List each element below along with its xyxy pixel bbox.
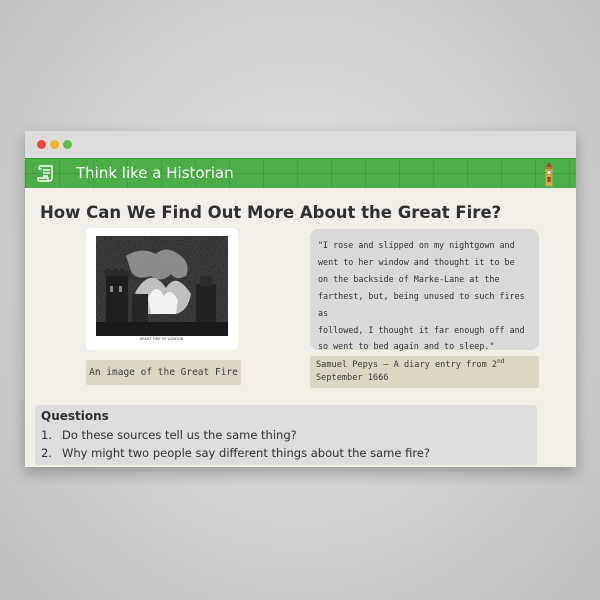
question-number: 2. — [41, 446, 52, 460]
question-number: 1. — [41, 428, 52, 442]
attribution-date: September 1666 — [316, 373, 389, 383]
banner-title: Think like a Historian — [76, 164, 234, 182]
quote-line: went to her window and thought it to be — [318, 256, 515, 267]
quote-line: on the backside of Marke-Lane at the — [318, 273, 500, 284]
question-text: Do these sources tell us the same thing? — [62, 428, 297, 442]
questions-panel: Questions 1. Do these sources tell us th… — [35, 405, 537, 465]
quote-attribution: Samuel Pepys – A diary entry from 2nd Se… — [310, 356, 539, 388]
attribution-text: Samuel Pepys – A diary entry from 2 — [316, 360, 498, 370]
clock-tower-icon — [545, 162, 553, 186]
topic-banner: Think like a Historian — [25, 158, 576, 188]
diary-quote: "I rose and slipped on my nightgown and … — [310, 229, 539, 351]
page-title: How Can We Find Out More About the Great… — [40, 203, 502, 222]
quote-line: farthest, but, being unused to such fire… — [318, 290, 525, 318]
questions-title: Questions — [41, 409, 109, 423]
slide-window: Think like a Historian How Can We Find O… — [25, 131, 576, 467]
engraving-caption: GREAT FIRE OF LONDON. — [140, 337, 185, 341]
minimize-window-button[interactable] — [50, 140, 59, 149]
questions-list: 1. Do these sources tell us the same thi… — [41, 426, 531, 462]
quote-line: so went to bed again and to sleep." — [318, 341, 495, 352]
question-text: Why might two people say different thing… — [62, 446, 430, 460]
scroll-icon — [37, 165, 53, 182]
quote-line: followed, I thought it far enough off an… — [318, 324, 525, 335]
quote-line: "I rose and slipped on my nightgown and — [318, 240, 515, 250]
window-titlebar — [25, 131, 576, 158]
image-caption: An image of the Great Fire — [86, 360, 241, 385]
attribution-ordinal: nd — [497, 358, 505, 366]
maximize-window-button[interactable] — [63, 140, 72, 149]
question-item: 1. Do these sources tell us the same thi… — [41, 426, 531, 444]
source-image-card: GREAT FIRE OF LONDON. — [86, 228, 238, 350]
question-item: 2. Why might two people say different th… — [41, 444, 531, 462]
close-window-button[interactable] — [37, 140, 46, 149]
great-fire-engraving: GREAT FIRE OF LONDON. — [96, 236, 228, 341]
